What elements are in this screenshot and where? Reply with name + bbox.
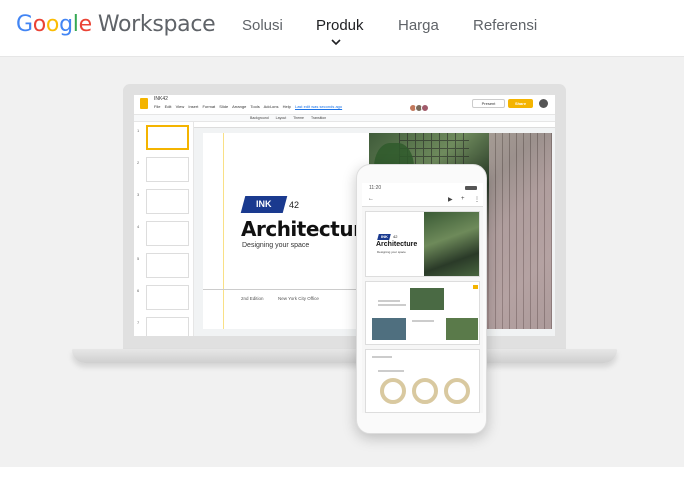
slide-thumbnail[interactable] [146, 157, 189, 182]
phone-slide-3[interactable] [365, 349, 480, 413]
slide-filmstrip: 1 2 3 4 5 6 7 [134, 122, 194, 336]
architecture-photo [424, 212, 479, 276]
google-workspace-logo[interactable]: Google Workspace [16, 12, 216, 37]
status-bar: 11:20 [362, 183, 483, 193]
slide-thumbnail[interactable] [146, 317, 189, 336]
phone-slide-1[interactable]: INK 42 Architecture Designing your space [365, 211, 480, 277]
slides-icon[interactable] [140, 98, 148, 109]
present-button[interactable]: Present [472, 99, 505, 108]
menu-item-view[interactable]: View [176, 104, 185, 109]
add-person-icon[interactable]: + [461, 196, 465, 202]
text-line [372, 356, 392, 358]
menu-item-slide[interactable]: Slide [219, 104, 228, 109]
slide-subtitle: Designing your space [242, 242, 310, 249]
slide-thumbnail[interactable] [146, 125, 189, 150]
phone-app-bar: ← ▶ + ⋮ [362, 193, 483, 207]
phone-slide-2[interactable] [365, 281, 480, 345]
slide-number: 7 [137, 320, 140, 325]
footer-city: New York City Office [278, 296, 319, 301]
mini-photo [446, 318, 478, 340]
chevron-down-icon[interactable] [330, 37, 342, 47]
page-background [0, 467, 684, 485]
phone-image: 11:20 ← ▶ + ⋮ INK 42 Architecture Design… [356, 164, 487, 434]
menu-item-edit[interactable]: Edit [165, 104, 172, 109]
menu-item-tools[interactable]: Tools [250, 104, 259, 109]
slide-number: 4 [137, 224, 140, 229]
mini-photo [372, 318, 406, 340]
toolbar-transition[interactable]: Transition [311, 116, 326, 120]
laptop-base [72, 349, 617, 363]
logo-letter: o [32, 12, 46, 37]
slide-number: 1 [137, 128, 140, 133]
text-line [378, 370, 404, 372]
donut-chart [380, 378, 406, 404]
slide-number: 5 [137, 256, 140, 261]
mini-photo [410, 288, 444, 310]
slide-thumbnail[interactable] [146, 285, 189, 310]
menu-item-addons[interactable]: Add-ons [264, 104, 279, 109]
slide-number: 6 [137, 288, 140, 293]
last-edit-link[interactable]: Last edit was seconds ago [295, 104, 342, 109]
logo-letter: o [45, 12, 60, 37]
menu-item-help[interactable]: Help [283, 104, 291, 109]
text-line [378, 304, 406, 306]
avatar [421, 104, 429, 112]
menu-item-insert[interactable]: Insert [188, 104, 198, 109]
share-button[interactable]: Share [508, 99, 533, 108]
doc-title[interactable]: INK42 [154, 96, 168, 102]
nav-link-produk[interactable]: Produk [316, 17, 364, 34]
more-icon[interactable]: ⋮ [474, 196, 480, 203]
nav-link-solusi[interactable]: Solusi [242, 17, 283, 34]
slide-number: 3 [137, 192, 140, 197]
user-avatar[interactable] [539, 99, 548, 108]
toolbar-layout[interactable]: Layout [276, 116, 287, 120]
slide-subtitle: Designing your space [377, 250, 406, 254]
ink-label: INK [256, 199, 272, 209]
battery-icon [465, 186, 477, 190]
logo-letter: g [59, 12, 73, 37]
ruler [194, 122, 555, 128]
guide-line [203, 289, 373, 290]
nav-link-referensi[interactable]: Referensi [473, 17, 537, 34]
note-icon [473, 285, 478, 289]
guide-line [223, 133, 224, 329]
play-icon[interactable]: ▶ [448, 196, 453, 203]
ink-label: INK [381, 234, 388, 239]
status-time: 11:20 [369, 185, 382, 191]
menu-item-format[interactable]: Format [202, 104, 215, 109]
slide-thumbnail[interactable] [146, 253, 189, 278]
slides-header: INK42 File Edit View Insert Format Slide… [134, 95, 555, 114]
nav-link-harga[interactable]: Harga [398, 17, 439, 34]
building-facade [489, 133, 552, 329]
menu-item-arrange[interactable]: Arrange [232, 104, 246, 109]
donut-chart [412, 378, 438, 404]
text-line [412, 320, 434, 322]
slide-number: 2 [137, 160, 140, 165]
slide-thumbnail[interactable] [146, 221, 189, 246]
editor-toolbar: Background Layout Theme Transition [134, 114, 555, 122]
slide-thumbnail[interactable] [146, 189, 189, 214]
footer-edition: 2nd Edition [241, 296, 264, 301]
menu-bar: File Edit View Insert Format Slide Arran… [154, 104, 345, 109]
logo-letter: G [16, 12, 33, 37]
menu-item-file[interactable]: File [154, 104, 160, 109]
collaborator-avatars[interactable] [409, 99, 439, 112]
logo-letter: e [78, 12, 93, 37]
top-nav: Google Workspace Solusi Produk Harga Refe… [0, 0, 684, 57]
slides-app-screen: INK42 File Edit View Insert Format Slide… [134, 95, 555, 336]
slide-title: Architecture [376, 241, 418, 248]
ink-number: 42 [393, 234, 398, 239]
phone-screen: 11:20 ← ▶ + ⋮ INK 42 Architecture Design… [362, 183, 483, 413]
ink-number: 42 [289, 200, 300, 210]
logo-workspace-text: Workspace [97, 12, 216, 37]
toolbar-background[interactable]: Background [250, 116, 269, 120]
toolbar-theme[interactable]: Theme [293, 116, 304, 120]
text-line [378, 300, 400, 302]
donut-chart [444, 378, 470, 404]
back-arrow-icon[interactable]: ← [368, 196, 374, 202]
